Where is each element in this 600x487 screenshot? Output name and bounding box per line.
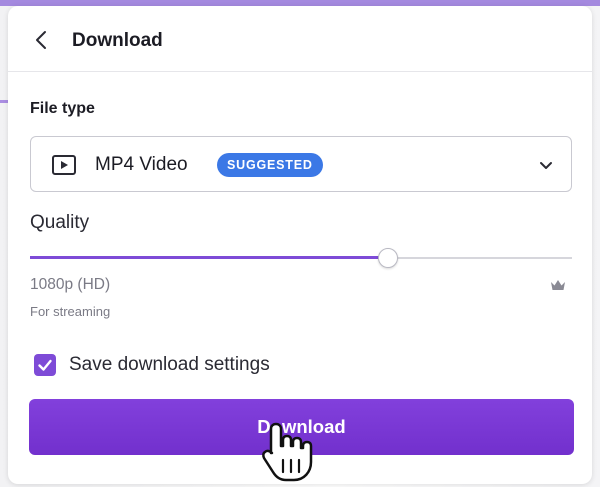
hand-cursor-icon [258,420,314,484]
file-type-select[interactable]: MP4 Video SUGGESTED [30,136,572,192]
panel-header: Download [8,6,592,72]
file-type-value: MP4 Video [95,154,188,175]
slider-thumb[interactable] [378,248,398,268]
chevron-down-icon [535,155,557,177]
quality-label: Quality [30,212,90,233]
download-panel: Download File type MP4 Video SUGGESTED Q… [8,6,592,484]
save-settings-label: Save download settings [69,354,270,375]
file-type-label: File type [30,100,95,117]
chevron-left-icon [36,31,46,49]
checkmark-icon [38,359,52,371]
back-button[interactable] [28,26,56,54]
save-settings-checkbox[interactable] [34,354,56,376]
video-icon [51,154,77,176]
quality-slider[interactable] [30,246,572,270]
slider-fill [30,256,388,259]
crown-icon [550,278,566,292]
panel-title: Download [72,30,163,51]
resolution-description: For streaming [30,304,111,319]
suggested-badge: SUGGESTED [217,153,323,177]
resolution-label: 1080p (HD) [30,276,111,293]
